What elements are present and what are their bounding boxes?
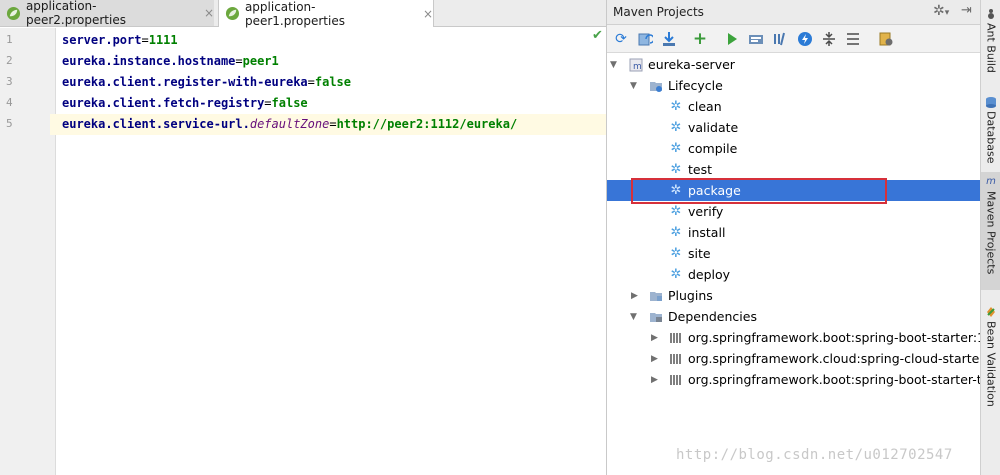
refresh-icon[interactable]: ⟳: [612, 30, 630, 48]
lifecycle-phase-compile[interactable]: ✲ compile: [607, 138, 980, 159]
skip-tests-icon[interactable]: [796, 30, 814, 48]
chevron-down-icon[interactable]: ▼: [630, 81, 637, 91]
settings-icon[interactable]: [877, 30, 895, 48]
lifecycle-phase-clean[interactable]: ✲ clean: [607, 96, 980, 117]
gear-icon[interactable]: ✲▾: [933, 3, 949, 19]
lifecycle-phase-test[interactable]: ✲ test: [607, 159, 980, 180]
code-area[interactable]: server.port=1111 eureka.instance.hostnam…: [50, 28, 606, 475]
add-icon[interactable]: +: [691, 29, 709, 49]
library-icon: [669, 331, 683, 345]
tree-node-plugins[interactable]: ▶ Plugins: [607, 285, 980, 306]
tab-label: application-peer1.properties: [244, 0, 345, 28]
library-icon: [669, 373, 683, 387]
tab-label: application-peer2.properties: [25, 0, 126, 27]
gear-icon: ✲: [670, 225, 682, 240]
maven-panel-header: Maven Projects ✲▾ ⇥: [607, 0, 980, 25]
chevron-right-icon[interactable]: ▶: [651, 354, 658, 364]
line-number: 3: [6, 75, 13, 88]
dependency-item[interactable]: ▶ org.springframework.cloud:spring-cloud…: [607, 348, 980, 369]
chevron-right-icon[interactable]: ▶: [651, 333, 658, 343]
tab-application-peer2[interactable]: application-peer2.properties ×: [0, 0, 214, 27]
chevron-down-icon[interactable]: ▼: [630, 312, 637, 322]
chevron-right-icon[interactable]: ▶: [631, 291, 638, 301]
line-number: 2: [6, 54, 13, 67]
show-dependencies-icon[interactable]: [844, 30, 862, 48]
gear-icon: ✲: [670, 162, 682, 177]
code-line[interactable]: server.port=1111: [62, 30, 178, 51]
gear-icon: ✲: [670, 204, 682, 219]
dependency-item[interactable]: ▶ org.springframework.boot:spring-boot-s…: [607, 369, 980, 390]
tree-node-dependencies[interactable]: ▼ Dependencies: [607, 306, 980, 327]
chevron-right-icon[interactable]: ▶: [651, 375, 658, 385]
panel-title: Maven Projects: [613, 5, 704, 19]
tab-application-peer1[interactable]: application-peer1.properties ×: [218, 0, 434, 28]
collapse-all-icon[interactable]: [820, 30, 838, 48]
spring-leaf-icon: [225, 6, 240, 21]
maven-icon: m: [986, 176, 996, 187]
gear-icon: ✲: [670, 99, 682, 114]
tool-database[interactable]: Database: [981, 92, 1000, 166]
svg-text:m: m: [633, 62, 642, 72]
maven-toolbar: ⟳ +: [607, 25, 980, 53]
download-icon[interactable]: [660, 30, 678, 48]
lifecycle-phase-install[interactable]: ✲ install: [607, 222, 980, 243]
line-number: 1: [6, 33, 13, 46]
editor-pane: application-peer2.properties × applicati…: [0, 0, 607, 475]
close-icon[interactable]: ×: [204, 6, 214, 20]
tool-bean-validation[interactable]: Bean Validation: [981, 302, 1000, 412]
code-line[interactable]: eureka.client.fetch-registry=false: [62, 93, 308, 114]
lifecycle-phase-deploy[interactable]: ✲ deploy: [607, 264, 980, 285]
line-number-gutter: 1 2 3 4 5: [0, 28, 56, 475]
bean-icon: [987, 307, 995, 317]
spring-leaf-icon: [6, 6, 21, 20]
gear-icon: ✲: [670, 246, 682, 261]
tree-node-lifecycle[interactable]: ▼ Lifecycle: [607, 75, 980, 96]
dependencies-folder-icon: [649, 310, 663, 324]
toggle-offline-icon[interactable]: [771, 30, 789, 48]
folder-icon: [649, 79, 663, 93]
tree-node-root[interactable]: ▼ m eureka-server: [607, 54, 980, 75]
code-line[interactable]: eureka.instance.hostname=peer1: [62, 51, 279, 72]
library-icon: [669, 352, 683, 366]
lifecycle-phase-site[interactable]: ✲ site: [607, 243, 980, 264]
lifecycle-phase-validate[interactable]: ✲ validate: [607, 117, 980, 138]
code-line[interactable]: eureka.client.register-with-eureka=false: [62, 72, 351, 93]
tool-maven-projects[interactable]: m Maven Projects: [981, 172, 1000, 290]
database-icon: [986, 97, 996, 108]
gear-icon: ✲: [670, 141, 682, 156]
code-line-current[interactable]: eureka.client.service-url.defaultZone=ht…: [50, 114, 606, 135]
maven-module-icon: m: [629, 58, 643, 72]
gear-icon: ✲: [670, 120, 682, 135]
maven-tree: ▼ m eureka-server ▼ Lifecycle ✲ clean ✲ va…: [607, 54, 980, 475]
chevron-down-icon[interactable]: ▼: [610, 60, 617, 70]
lifecycle-phase-verify[interactable]: ✲ verify: [607, 201, 980, 222]
tool-ant-build[interactable]: Ant Build: [981, 4, 1000, 78]
gear-icon: ✲: [670, 267, 682, 282]
close-icon[interactable]: ×: [423, 7, 433, 21]
line-number: 5: [6, 117, 13, 130]
plugins-folder-icon: [649, 289, 663, 303]
dependency-item[interactable]: ▶ org.springframework.boot:spring-boot-s…: [607, 327, 980, 348]
highlight-annotation-box: [631, 178, 887, 204]
execute-goal-icon[interactable]: [747, 30, 765, 48]
watermark-text: http://blog.csdn.net/u012702547: [676, 447, 953, 463]
line-number: 4: [6, 96, 13, 109]
editor-tab-bar: application-peer2.properties × applicati…: [0, 0, 606, 28]
generate-sources-icon[interactable]: [636, 30, 654, 48]
ant-icon: [988, 9, 994, 19]
tool-window-strip: Ant Build Database m Maven Projects Bean…: [980, 0, 1000, 475]
hide-panel-icon[interactable]: ⇥: [961, 3, 972, 18]
maven-projects-panel: Maven Projects ✲▾ ⇥ ⟳ + ▼ m eureka-serve…: [607, 0, 980, 475]
run-icon[interactable]: [723, 30, 741, 48]
